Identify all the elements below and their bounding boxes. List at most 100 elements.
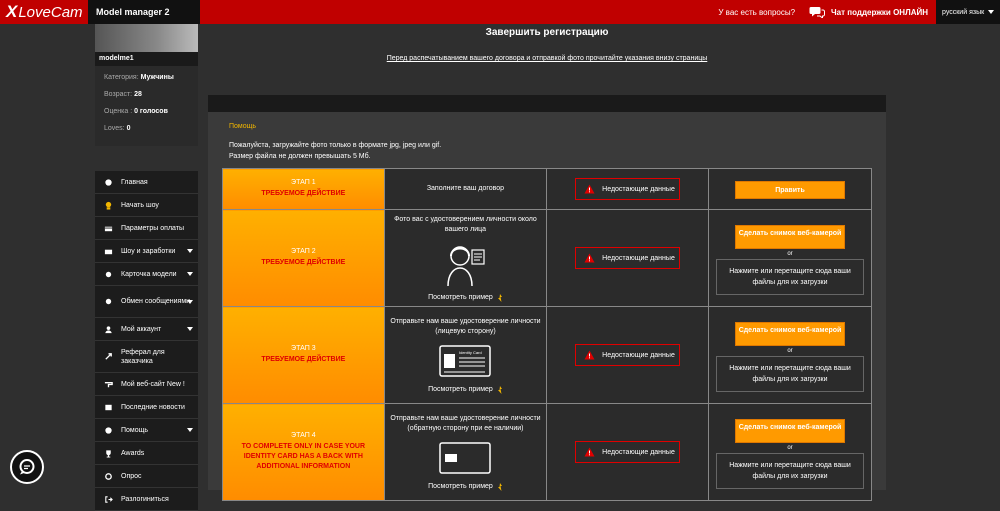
lightbulb-icon <box>497 385 502 394</box>
warning-icon <box>584 447 595 457</box>
sidebar-item-label: Параметры оплаты <box>121 224 185 232</box>
lightbulb-icon <box>497 293 502 302</box>
sidebar-item-messages[interactable]: Обмен сообщениями <box>95 286 198 318</box>
warning-icon <box>584 253 595 263</box>
webcam-snapshot-button[interactable]: Сделать снимок веб-камерой <box>735 418 846 443</box>
help-icon <box>105 426 112 434</box>
stat-label: Оценка : <box>104 108 133 115</box>
language-select[interactable]: русский язык <box>936 0 1000 24</box>
step-cell: ЭТАП 4 TO COMPLETE ONLY IN CASE YOUR IDE… <box>222 403 385 501</box>
file-dropzone[interactable]: Нажмите или перетащите сюда ваши файлы д… <box>716 355 865 392</box>
step-requirement: ТРЕБУЕМОЕ ДЕЙСТВИЕ <box>261 356 346 363</box>
help-link[interactable]: Помощь <box>229 123 256 130</box>
status-text: Недостающие данные <box>602 351 675 359</box>
step-description-cell: Заполните ваш договор <box>383 168 548 210</box>
step-requirement: TO COMPLETE ONLY IN CASE YOUR IDENTITY C… <box>241 443 366 470</box>
stat-value: 0 голосов <box>134 108 168 115</box>
step-description: Фото вас с удостоверением личности около… <box>394 215 537 233</box>
warning-icon <box>584 184 595 194</box>
sidebar-item-label: Опрос <box>121 472 142 480</box>
status-badge: Недостающие данные <box>575 178 681 200</box>
step-status-cell: Недостающие данные <box>546 403 710 501</box>
id-card-back-icon <box>439 441 492 474</box>
status-text: Недостающие данные <box>602 185 675 193</box>
stat-rating: Оценка : 0 голосов <box>104 106 189 123</box>
or-separator: or <box>787 444 793 451</box>
sidebar-item-payment[interactable]: Параметры оплаты <box>95 217 198 240</box>
step-description-cell: Отправьте нам ваше удостоверение личност… <box>383 403 548 501</box>
user-icon <box>105 325 112 333</box>
sidebar-item-label: Мой веб-сайт New ! <box>121 380 185 388</box>
live-chat-button[interactable] <box>10 450 44 484</box>
view-example-link[interactable]: Посмотреть пример <box>385 293 547 302</box>
sidebar-item-label: Разлогиниться <box>121 495 169 503</box>
sidebar-item-label: Awards <box>121 449 145 457</box>
file-dropzone[interactable]: Нажмите или перетащите сюда ваши файлы д… <box>716 258 865 295</box>
sidebar-item-website[interactable]: Мой веб-сайт New ! <box>95 373 198 396</box>
sidebar-item-label: Реферал для заказчика <box>121 348 165 365</box>
card-text: Identity Card <box>459 350 482 355</box>
sidebar-item-shows-earnings[interactable]: Шоу и заработки <box>95 240 198 263</box>
stat-value: 0 <box>126 125 131 132</box>
lightbulb-icon <box>497 482 502 491</box>
webcam-snapshot-button[interactable]: Сделать снимок веб-камерой <box>735 321 846 346</box>
status-badge: Недостающие данные <box>575 441 681 463</box>
stat-value: Мужчины <box>140 74 174 81</box>
stat-value: 28 <box>134 91 142 98</box>
sidebar-item-account[interactable]: Мой аккаунт <box>95 318 198 341</box>
sidebar-menu: Главная Начать шоу Параметры оплаты Шоу … <box>95 171 198 511</box>
chevron-down-icon <box>988 10 994 14</box>
step-description-cell: Отправьте нам ваше удостоверение личност… <box>383 306 548 404</box>
sidebar-item-label: Шоу и заработки <box>121 247 176 255</box>
money-icon <box>104 249 113 254</box>
top-bar: X LoveCam Model manager 2 У вас есть воп… <box>0 0 1000 24</box>
message-icon <box>105 298 112 305</box>
stat-label: Категория: <box>104 74 139 81</box>
view-example-link[interactable]: Посмотреть пример <box>385 385 547 394</box>
table-row: ЭТАП 2 ТРЕБУЕМОЕ ДЕЙСТВИЕ Фото вас с удо… <box>222 209 872 307</box>
chevron-down-icon <box>187 272 193 276</box>
logo[interactable]: X LoveCam <box>0 0 88 24</box>
sidebar-item-poll[interactable]: Опрос <box>95 465 198 488</box>
sidebar-item-label: Главная <box>121 178 148 186</box>
chevron-down-icon <box>187 428 193 432</box>
chevron-down-icon <box>187 327 193 331</box>
sidebar-item-logout[interactable]: Разлогиниться <box>95 488 198 511</box>
sidebar-item-referral[interactable]: Реферал для заказчика <box>95 341 198 373</box>
step-number: ЭТАП 4 <box>291 432 316 439</box>
chat-label: Чат поддержки ОНЛАЙН <box>831 7 928 17</box>
sidebar-item-help[interactable]: Помощь <box>95 419 198 442</box>
step-number: ЭТАП 2 <box>291 248 316 255</box>
file-dropzone[interactable]: Нажмите или перетащите сюда ваши файлы д… <box>716 452 865 489</box>
step-cell: ЭТАП 1 ТРЕБУЕМОЕ ДЕЙСТВИЕ <box>222 168 385 210</box>
referral-icon <box>105 353 112 360</box>
example-label: Посмотреть пример <box>428 483 493 490</box>
info-line: Пожалуйста, загружайте фото только в фор… <box>229 142 442 149</box>
instructions-link[interactable]: Перед распечатыванием вашего договора и … <box>320 55 774 62</box>
sidebar-item-home[interactable]: Главная <box>95 171 198 194</box>
trophy-icon <box>106 449 111 458</box>
sidebar-item-start-show[interactable]: Начать шоу <box>95 194 198 217</box>
sidebar-item-model-card[interactable]: Карточка модели <box>95 263 198 286</box>
questions-link[interactable]: У вас есть вопросы? <box>718 8 795 17</box>
sidebar: modelme1 Категория: Мужчины Возраст: 28 … <box>95 24 198 511</box>
top-right: У вас есть вопросы? Чат поддержки ОНЛАЙН… <box>718 0 1000 24</box>
step-action-cell: Сделать снимок веб-камерой or Нажмите ил… <box>708 403 872 501</box>
logout-icon <box>105 495 113 503</box>
step-description: Заполните ваш договор <box>426 185 505 192</box>
sidebar-item-awards[interactable]: Awards <box>95 442 198 465</box>
table-row: ЭТАП 4 TO COMPLETE ONLY IN CASE YOUR IDE… <box>222 403 872 501</box>
support-chat-button[interactable]: Чат поддержки ОНЛАЙН <box>809 6 928 18</box>
steps-table: ЭТАП 1 ТРЕБУЕМОЕ ДЕЙСТВИЕ Заполните ваш … <box>222 168 872 501</box>
table-row: ЭТАП 1 ТРЕБУЕМОЕ ДЕЙСТВИЕ Заполните ваш … <box>222 168 872 210</box>
step-status-cell: Недостающие данные <box>546 209 710 307</box>
status-badge: Недостающие данные <box>575 247 681 269</box>
view-example-link[interactable]: Посмотреть пример <box>385 482 547 491</box>
chat-icon <box>809 7 826 18</box>
sidebar-item-label: Мой аккаунт <box>121 325 162 333</box>
sidebar-item-news[interactable]: Последние новости <box>95 396 198 419</box>
sidebar-item-label: Обмен сообщениями <box>121 298 191 305</box>
webcam-snapshot-button[interactable]: Сделать снимок веб-камерой <box>735 224 846 249</box>
logo-text: LoveCam <box>18 3 83 21</box>
edit-button[interactable]: Править <box>735 181 846 199</box>
